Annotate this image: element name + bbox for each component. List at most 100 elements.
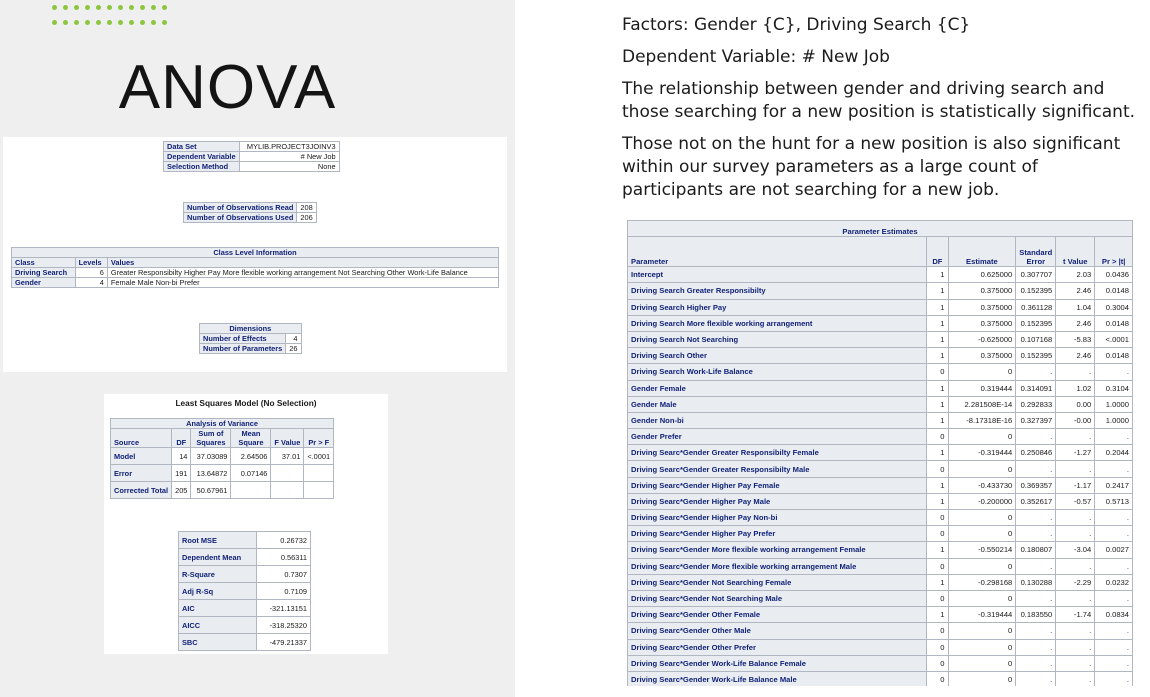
anova-cell: 191 [171, 464, 192, 482]
parameter-estimates-output: Parameter Estimates Parameter DF Estimate S… [627, 220, 1133, 686]
class-level-cell: Gender [11, 277, 76, 288]
parameter-estimates-row: Driving Searc*Gender More flexible worki… [627, 557, 1133, 575]
fit-stats-label: AICC [178, 616, 257, 634]
anova-row: Error 191 13.64872 0.07146 [109, 464, 335, 482]
anova-cell [230, 481, 272, 499]
parameter-estimates-cell: 1 [926, 606, 949, 624]
parameter-estimates-cell: 1 [926, 573, 949, 591]
parameter-estimates-cell: 0.361128 [1015, 298, 1057, 316]
dimensions-value: 26 [285, 343, 302, 354]
parameter-estimates-row: Driving Searc*Gender Greater Responsibil… [627, 444, 1133, 462]
anova-cell: 0.07146 [230, 464, 272, 482]
parameter-estimates-cell: Driving Searc*Gender Not Searching Femal… [627, 573, 928, 591]
parameter-estimates-cell: . [1055, 589, 1096, 608]
observations-label: Number of Observations Read [182, 202, 298, 213]
fit-stats-value: -479.21337 [256, 633, 311, 651]
class-level-cell: Greater Responsibilty Higher Pay More fl… [106, 267, 500, 278]
parameter-estimates-cell: 0.375000 [947, 347, 1017, 365]
parameter-estimates-row: Driving Searc*Gender Higher Pay Non-bi 0 0… [627, 508, 1133, 527]
parameter-estimates-cell: Driving Searc*Gender Higher Pay Prefer [627, 525, 928, 543]
parameter-estimates-row: Driving Searc*Gender Not Searching Femal… [627, 573, 1133, 591]
parameter-estimates-cell: 0 [947, 525, 1017, 543]
parameter-estimates-cell: -0.298168 [947, 573, 1017, 591]
parameter-estimates-cell: -1.27 [1055, 444, 1096, 462]
parameter-estimates-cell: 0.3104 [1094, 379, 1133, 397]
parameter-estimates-cell: Driving Searc*Gender Higher Pay Female [627, 476, 928, 494]
parameter-estimates-cell: . [1015, 589, 1057, 608]
parameter-estimates-cell: Gender Female [627, 379, 928, 397]
parameter-estimates-cell: 0 [947, 589, 1017, 608]
parameter-estimates-header: Pr > |t| [1094, 236, 1133, 268]
parameter-estimates-row: Driving Searc*Gender Work-Life Balance F… [627, 654, 1133, 672]
observations-value: 206 [296, 212, 317, 223]
class-level-row: Driving Search 6 Greater Responsibilty Hig… [11, 267, 500, 278]
parameter-estimates-cell: 2.46 [1055, 314, 1096, 332]
parameter-estimates-cell: . [1015, 525, 1057, 543]
parameter-estimates-cell: . [1094, 638, 1133, 656]
fit-stats-label: R-Square [178, 565, 257, 583]
parameter-estimates-cell: . [1055, 557, 1096, 575]
parameter-estimates-cell: . [1094, 508, 1133, 527]
parameter-estimates-cell: . [1094, 363, 1133, 381]
fit-stats-value: -318.25320 [256, 616, 311, 634]
dimensions-caption: Dimensions [199, 323, 302, 334]
model-info-row: Dependent Variable # New Job [163, 151, 340, 162]
parameter-estimates-cell: 0.250846 [1015, 444, 1057, 462]
parameter-estimates-cell: -0.57 [1055, 492, 1096, 511]
parameter-estimates-cell: 0 [926, 508, 949, 527]
class-level-header: Levels [74, 257, 108, 268]
parameter-estimates-cell: 0 [926, 557, 949, 575]
parameter-estimates-cell: 1 [926, 266, 949, 284]
parameter-estimates-cell: <.0001 [1094, 330, 1133, 349]
anova-table: Analysis of Variance Source DF Sum of Squa… [109, 418, 335, 499]
parameter-estimates-cell: 1 [926, 395, 949, 413]
parameter-estimates-cell: 0.0148 [1094, 282, 1133, 300]
parameter-estimates-cell: 0 [947, 638, 1017, 656]
parameter-estimates-cell: 1 [926, 444, 949, 462]
parameter-estimates-cell: 1 [926, 347, 949, 365]
fit-stats-value: 0.26732 [256, 531, 311, 549]
parameter-estimates-cell: -8.17318E-16 [947, 411, 1017, 430]
parameter-estimates-table: Parameter Estimates Parameter DF Estimate S… [627, 220, 1133, 686]
class-level-row: Gender 4 Female Male Non-bi Prefer [11, 277, 500, 288]
parameter-estimates-cell: 1 [926, 476, 949, 494]
parameter-estimates-cell: 0.0834 [1094, 606, 1133, 624]
anova-header: F Value [270, 428, 305, 448]
parameter-estimates-cell: -1.17 [1055, 476, 1096, 494]
dimensions-row: Number of Effects 4 [198, 333, 302, 344]
parameter-estimates-cell: 0.0436 [1094, 266, 1133, 284]
parameter-estimates-cell: Driving Searc*Gender Greater Responsibil… [627, 460, 928, 478]
parameter-estimates-cell: -0.200000 [947, 492, 1017, 511]
parameter-estimates-cell: Driving Searc*Gender Work-Life Balance F… [627, 654, 928, 672]
parameter-estimates-cell: 0.327397 [1015, 411, 1057, 430]
model-info-value: # New Job [238, 151, 340, 162]
parameter-estimates-cell: 0.3004 [1094, 298, 1133, 316]
parameter-estimates-cell: -0.319444 [947, 606, 1017, 624]
anova-cell: 13.64872 [190, 464, 232, 482]
parameter-estimates-cell: . [1015, 670, 1057, 686]
parameter-estimates-cell: 0 [926, 460, 949, 478]
parameter-estimates-cell: Driving Searc*Gender Other Male [627, 622, 928, 640]
parameter-estimates-cell: -2.29 [1055, 573, 1096, 591]
parameter-estimates-cell: Driving Searc*Gender Work-Life Balance M… [627, 670, 928, 686]
parameter-estimates-cell: 1 [926, 492, 949, 511]
parameter-estimates-cell: . [1015, 638, 1057, 656]
parameter-estimates-cell: Driving Searc*Gender More flexible worki… [627, 557, 928, 575]
parameter-estimates-row: Driving Search Not Searching 1 -0.625000 0.… [627, 330, 1133, 349]
parameter-estimates-cell: Driving Search Other [627, 347, 928, 365]
anova-cell: 205 [171, 481, 192, 499]
parameter-estimates-cell: . [1094, 654, 1133, 672]
parameter-estimates-cell: 1 [926, 541, 949, 559]
fit-stats-value: 0.7307 [256, 565, 311, 583]
parameter-estimates-cell: 0.152395 [1015, 282, 1057, 300]
parameter-estimates-header: Parameter [627, 236, 928, 268]
dimensions-table: Dimensions Number of Effects 4 Number of P… [198, 323, 302, 354]
parameter-estimates-cell: Gender Male [627, 395, 928, 413]
parameter-estimates-cell: 0.107168 [1015, 330, 1057, 349]
parameter-estimates-cell: . [1094, 525, 1133, 543]
observations-table: Number of Observations Read 208 Number of … [182, 202, 317, 223]
dimensions-row: Number of Parameters 26 [198, 343, 302, 354]
parameter-estimates-cell: . [1055, 654, 1096, 672]
parameter-estimates-row: Gender Non-bi 1 -8.17318E-16 0.327397 -0.00 1… [627, 411, 1133, 430]
anova-cell: 2.64506 [230, 447, 272, 465]
